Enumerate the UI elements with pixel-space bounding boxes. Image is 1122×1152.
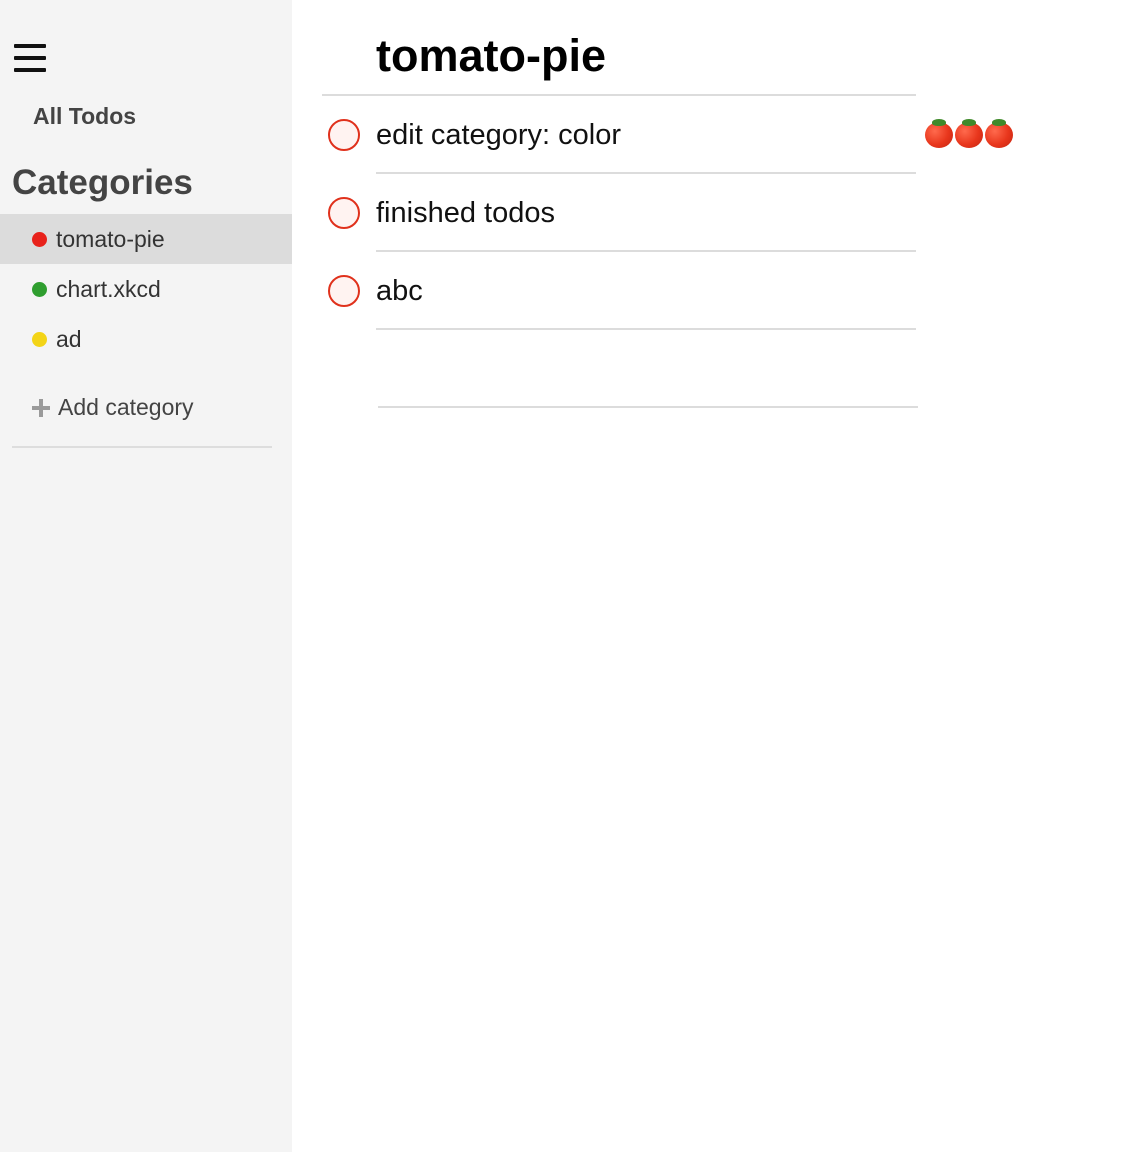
pomodoro-count bbox=[924, 118, 1014, 148]
add-category-label: Add category bbox=[58, 394, 194, 420]
hamburger-menu-icon[interactable] bbox=[14, 44, 46, 72]
add-category-button[interactable]: Add category bbox=[32, 394, 194, 421]
category-color-dot bbox=[32, 281, 47, 297]
category-item-tomato-pie[interactable]: tomato-pie bbox=[0, 214, 292, 264]
sidebar-divider bbox=[12, 446, 272, 448]
main-panel: tomato-pie edit category: color finished… bbox=[292, 0, 1122, 1152]
page-title: tomato-pie bbox=[376, 30, 606, 81]
category-item-ad[interactable]: ad bbox=[0, 314, 292, 364]
sidebar: All Todos Categories tomato-pie chart.xk… bbox=[0, 0, 292, 1152]
todo-list: edit category: color finished todos abc bbox=[292, 96, 1122, 330]
category-label: tomato-pie bbox=[56, 225, 165, 252]
todo-text[interactable]: edit category: color bbox=[376, 116, 621, 154]
tomato-icon bbox=[984, 118, 1014, 148]
todo-checkbox[interactable] bbox=[328, 275, 360, 307]
todo-item: edit category: color bbox=[292, 96, 1122, 174]
tomato-icon bbox=[924, 118, 954, 148]
category-color-dot bbox=[32, 331, 47, 347]
new-todo-input[interactable] bbox=[378, 346, 918, 408]
category-label: ad bbox=[56, 325, 82, 352]
todo-checkbox[interactable] bbox=[328, 197, 360, 229]
categories-heading: Categories bbox=[12, 163, 193, 202]
todo-checkbox[interactable] bbox=[328, 119, 360, 151]
all-todos-link[interactable]: All Todos bbox=[33, 103, 136, 130]
todo-text[interactable]: abc bbox=[376, 272, 423, 310]
tomato-icon bbox=[954, 118, 984, 148]
category-color-dot bbox=[32, 231, 47, 247]
category-list: tomato-pie chart.xkcd ad bbox=[0, 214, 292, 364]
category-item-chart-xkcd[interactable]: chart.xkcd bbox=[0, 264, 292, 314]
category-label: chart.xkcd bbox=[56, 275, 161, 302]
todo-divider bbox=[376, 328, 916, 330]
app-root: All Todos Categories tomato-pie chart.xk… bbox=[0, 0, 1122, 1152]
todo-item: abc bbox=[292, 252, 1122, 330]
plus-icon bbox=[32, 398, 50, 417]
todo-item: finished todos bbox=[292, 174, 1122, 252]
todo-text[interactable]: finished todos bbox=[376, 194, 555, 232]
